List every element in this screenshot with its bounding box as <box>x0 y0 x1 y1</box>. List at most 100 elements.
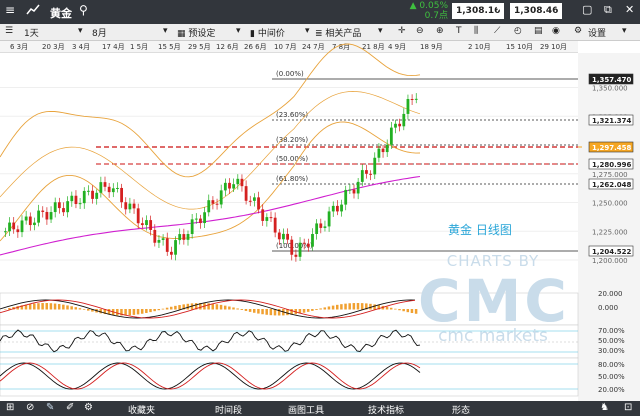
price-label: 1,297.458 <box>592 144 632 152</box>
new-chart-icon[interactable]: ⊞ <box>6 402 14 413</box>
candle <box>103 182 107 187</box>
macd-bar <box>406 309 410 313</box>
price-label: 1,321.374 <box>592 117 632 125</box>
candle <box>24 216 28 221</box>
candle <box>232 184 236 189</box>
candle <box>91 190 94 199</box>
indicator-tick: 70.00% <box>598 327 625 335</box>
patterns-button[interactable]: 形态 <box>452 403 470 416</box>
lock-icon[interactable]: ⊡ <box>624 402 632 413</box>
candle <box>277 232 281 240</box>
candle <box>406 99 410 114</box>
macd-bar <box>352 303 356 310</box>
candle <box>16 229 20 233</box>
macd-bar <box>336 304 339 310</box>
macd-bar <box>132 309 136 315</box>
candle <box>377 148 381 158</box>
candle <box>269 217 273 219</box>
user-icon[interactable]: ♞ <box>600 402 609 413</box>
candle <box>302 242 306 244</box>
timeframe-button[interactable]: 时间段 <box>215 403 242 416</box>
macd-bar <box>49 303 53 310</box>
macd-bar <box>70 306 73 310</box>
candle <box>315 223 319 234</box>
macd-bar <box>174 305 177 310</box>
favorites-button[interactable]: 收藏夹 <box>128 403 155 416</box>
candle <box>70 195 74 202</box>
candle <box>37 210 40 223</box>
candle <box>340 204 343 212</box>
macd-bar <box>149 309 152 313</box>
macd-bar <box>28 303 32 310</box>
macd-bar <box>311 309 314 311</box>
candle <box>165 238 169 252</box>
candle <box>45 211 49 220</box>
draw-icon[interactable]: ✐ <box>66 402 74 413</box>
candle <box>78 203 82 205</box>
candle <box>149 220 153 230</box>
price-tick: 1,350.000 <box>592 85 628 93</box>
macd-bar <box>170 306 173 310</box>
candle <box>99 182 103 193</box>
candle <box>190 219 194 234</box>
indicators-button[interactable]: 技术指标 <box>368 403 404 416</box>
candle <box>95 192 99 199</box>
macd-bar <box>236 308 239 310</box>
macd-bar <box>207 303 210 310</box>
macd-bar <box>116 309 119 316</box>
macd-bar <box>306 309 310 312</box>
drawing-tools-button[interactable]: 画图工具 <box>288 403 324 416</box>
price-chart[interactable]: (0.00%)(23.60%)(38.20%)(50.00%)(61.80%)(… <box>0 0 640 416</box>
macd-bar <box>74 307 78 310</box>
candle <box>62 208 65 213</box>
candle <box>170 251 173 255</box>
candle <box>385 144 389 153</box>
gear-icon[interactable]: ⚙ <box>84 402 93 413</box>
reset-icon[interactable]: ⊘ <box>26 402 34 413</box>
macd-bar <box>244 309 248 311</box>
candle <box>348 189 352 191</box>
price-tick: 1,250.000 <box>592 200 628 208</box>
candle <box>223 182 227 191</box>
candle <box>240 178 244 187</box>
fib-label: (50.00%) <box>276 155 308 163</box>
candle <box>381 148 385 153</box>
macd-bar <box>161 308 165 310</box>
macd-bar <box>398 309 401 311</box>
candle <box>327 211 331 227</box>
macd-bar <box>223 305 227 310</box>
macd-bar <box>410 309 414 314</box>
candle <box>20 220 24 233</box>
candle <box>157 239 161 243</box>
macd-bar <box>327 306 331 310</box>
candle <box>41 210 45 212</box>
candle <box>136 208 140 224</box>
candle <box>66 201 70 213</box>
macd-bar <box>57 304 61 310</box>
macd-bar <box>315 309 318 310</box>
candle <box>360 170 364 182</box>
candle <box>186 233 190 240</box>
candle <box>398 123 402 127</box>
macd-bar <box>211 303 214 310</box>
candle <box>132 203 136 209</box>
candle <box>107 186 111 193</box>
candle <box>215 203 219 205</box>
indicator-tick: 30.00% <box>598 347 625 355</box>
chart-title: 黄金 日线图 <box>448 222 512 237</box>
candle <box>265 217 269 221</box>
macd-bar <box>269 309 273 316</box>
bottom-bar: ⊞ ⊘ ✎ ✐ ⚙ 收藏夹 时间段 画图工具 技术指标 形态 ♞ ⊡ <box>0 401 640 416</box>
macd-bar <box>145 309 148 313</box>
candle <box>128 203 132 210</box>
macd-bar <box>253 309 256 313</box>
candle <box>28 216 32 226</box>
macd-bar <box>78 308 82 310</box>
price-label: 1,262.048 <box>592 181 632 189</box>
pencil-icon[interactable]: ✎ <box>46 402 54 413</box>
candle <box>4 231 7 233</box>
candle <box>369 173 372 175</box>
candle <box>74 195 78 205</box>
candle <box>394 123 397 128</box>
macd-bar <box>261 309 264 315</box>
